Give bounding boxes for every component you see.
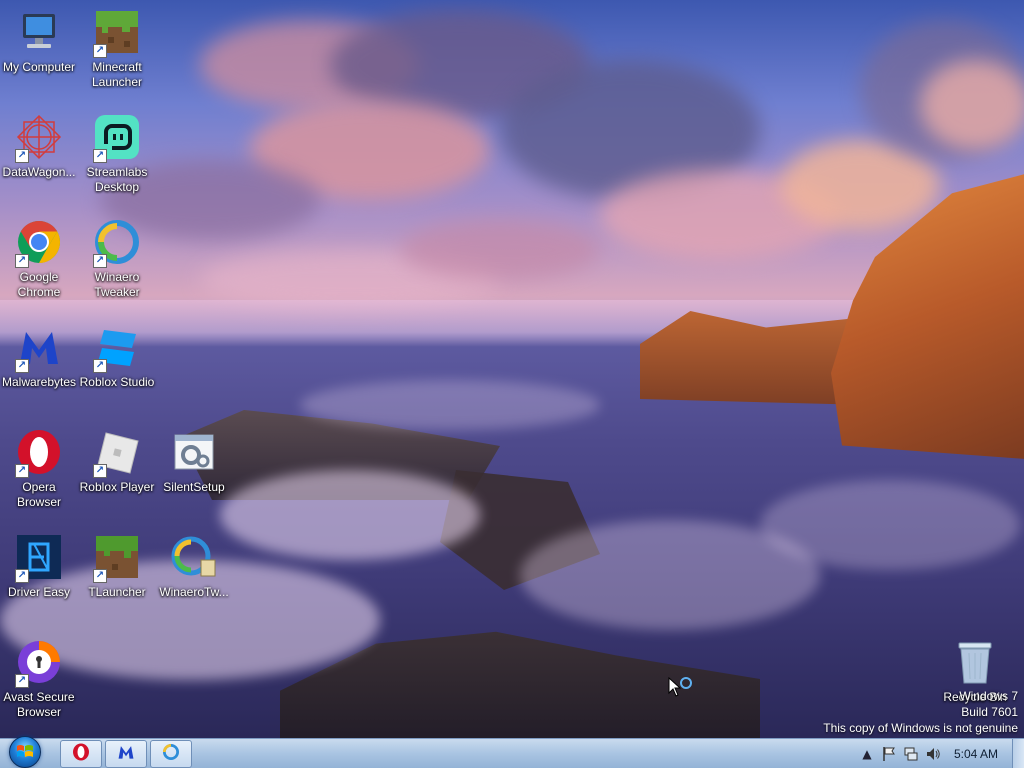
watermark-line-build: Build 7601: [961, 705, 1018, 719]
streamlabs-icon: ↗: [93, 113, 141, 163]
winaero-icon: [162, 743, 180, 765]
desktop-icon-winaero-installer[interactable]: WinaeroTw...: [155, 533, 233, 600]
winaero-icon: ↗: [93, 218, 141, 268]
tlauncher-icon: ↗: [93, 533, 141, 583]
avast-icon: ↗: [15, 638, 63, 688]
datawagon-icon: ↗: [15, 113, 63, 163]
desktop-icon-label: TLauncher: [88, 585, 146, 599]
desktop-icon-minecraft-launcher[interactable]: ↗ Minecraft Launcher: [78, 8, 156, 90]
drivereasy-icon: ↗: [15, 533, 63, 583]
action-center-flag-icon[interactable]: [878, 743, 900, 765]
desktop-icon-avast-secure-browser[interactable]: ↗ Avast Secure Browser: [0, 638, 78, 720]
shortcut-arrow-icon: ↗: [93, 569, 107, 583]
taskbar-clock[interactable]: 5:04 AM: [954, 747, 998, 761]
desktop-icon-tlauncher[interactable]: ↗ TLauncher: [78, 533, 156, 600]
winaero-installer-icon: [170, 533, 218, 581]
system-tray: ▲ 5:04 AM: [856, 738, 1024, 768]
desktop-icon-label: Avast Secure Browser: [3, 690, 75, 719]
desktop-icon-label: SilentSetup: [163, 480, 225, 494]
shortcut-arrow-icon: ↗: [93, 359, 107, 373]
taskbar-pin-malwarebytes[interactable]: [105, 739, 147, 768]
taskbar: ▲ 5:04 AM: [0, 735, 1024, 768]
shortcut-arrow-icon: ↗: [15, 149, 29, 163]
recycle-bin-icon: [951, 638, 999, 686]
desktop-icon-label: Roblox Studio: [79, 375, 155, 389]
desktop-icon-label: Opera Browser: [16, 480, 61, 509]
start-button[interactable]: [6, 735, 44, 768]
desktop-icon-label: Minecraft Launcher: [91, 60, 143, 89]
taskbar-pin-opera[interactable]: [60, 739, 102, 768]
show-hidden-icons-icon[interactable]: ▲: [856, 743, 878, 765]
desktop-icon-label: Streamlabs Desktop: [86, 165, 148, 194]
malwarebytes-icon: ↗: [15, 323, 63, 373]
opera-icon: ↗: [15, 428, 63, 478]
desktop-icon-label: DataWagon...: [2, 165, 76, 179]
desktop-icon-label: Google Chrome: [17, 270, 61, 299]
desktop-icon-label: Driver Easy: [7, 585, 70, 599]
desktop-icon-roblox-studio[interactable]: ↗ Roblox Studio: [78, 323, 156, 390]
desktop-icon-label: Malwarebytes: [1, 375, 77, 389]
desktop-icon-silentsetup[interactable]: SilentSetup: [155, 428, 233, 495]
desktop-icon-streamlabs[interactable]: ↗ Streamlabs Desktop: [78, 113, 156, 195]
taskbar-pin-winaero[interactable]: [150, 739, 192, 768]
shortcut-arrow-icon: ↗: [93, 254, 107, 268]
shortcut-arrow-icon: ↗: [93, 464, 107, 478]
roblox-player-icon: ↗: [93, 428, 141, 478]
desktop-icon-label: Roblox Player: [79, 480, 155, 494]
shortcut-arrow-icon: ↗: [15, 569, 29, 583]
silentsetup-icon: [170, 428, 218, 476]
desktop-icon-datawagon[interactable]: ↗ DataWagon...: [0, 113, 78, 180]
chrome-icon: ↗: [15, 218, 63, 268]
roblox-studio-icon: ↗: [93, 323, 141, 373]
shortcut-arrow-icon: ↗: [15, 254, 29, 268]
minecraft-icon: ↗: [93, 8, 141, 58]
desktop-icon-label: My Computer: [2, 60, 76, 74]
desktop-icon-malwarebytes[interactable]: ↗ Malwarebytes: [0, 323, 78, 390]
malwarebytes-icon: [117, 743, 135, 765]
shortcut-arrow-icon: ↗: [15, 464, 29, 478]
shortcut-arrow-icon: ↗: [15, 674, 29, 688]
opera-icon: [72, 743, 90, 765]
shortcut-arrow-icon: ↗: [93, 44, 107, 58]
desktop-icon-label: WinaeroTw...: [159, 585, 229, 599]
desktop-icon-opera-browser[interactable]: ↗ Opera Browser: [0, 428, 78, 510]
desktop-icon-label: Winaero Tweaker: [94, 270, 140, 299]
shortcut-arrow-icon: ↗: [15, 359, 29, 373]
network-icon[interactable]: [900, 743, 922, 765]
watermark-line-os: Windows 7: [959, 689, 1018, 703]
computer-icon: [15, 8, 63, 56]
desktop-icon-my-computer[interactable]: My Computer: [0, 8, 78, 75]
desktop-icon-google-chrome[interactable]: ↗ Google Chrome: [0, 218, 78, 300]
watermark-line-genuine: This copy of Windows is not genuine: [823, 721, 1018, 735]
volume-icon[interactable]: [922, 743, 944, 765]
shortcut-arrow-icon: ↗: [93, 149, 107, 163]
desktop-icon-driver-easy[interactable]: ↗ Driver Easy: [0, 533, 78, 600]
windows-watermark: Windows 7 Build 7601 This copy of Window…: [823, 688, 1018, 736]
desktop-icon-roblox-player[interactable]: ↗ Roblox Player: [78, 428, 156, 495]
desktop-icon-winaero-tweaker[interactable]: ↗ Winaero Tweaker: [78, 218, 156, 300]
windows-logo-icon: [9, 735, 41, 768]
show-desktop-button[interactable]: [1012, 738, 1024, 768]
mouse-cursor-busy-icon: [668, 676, 694, 703]
